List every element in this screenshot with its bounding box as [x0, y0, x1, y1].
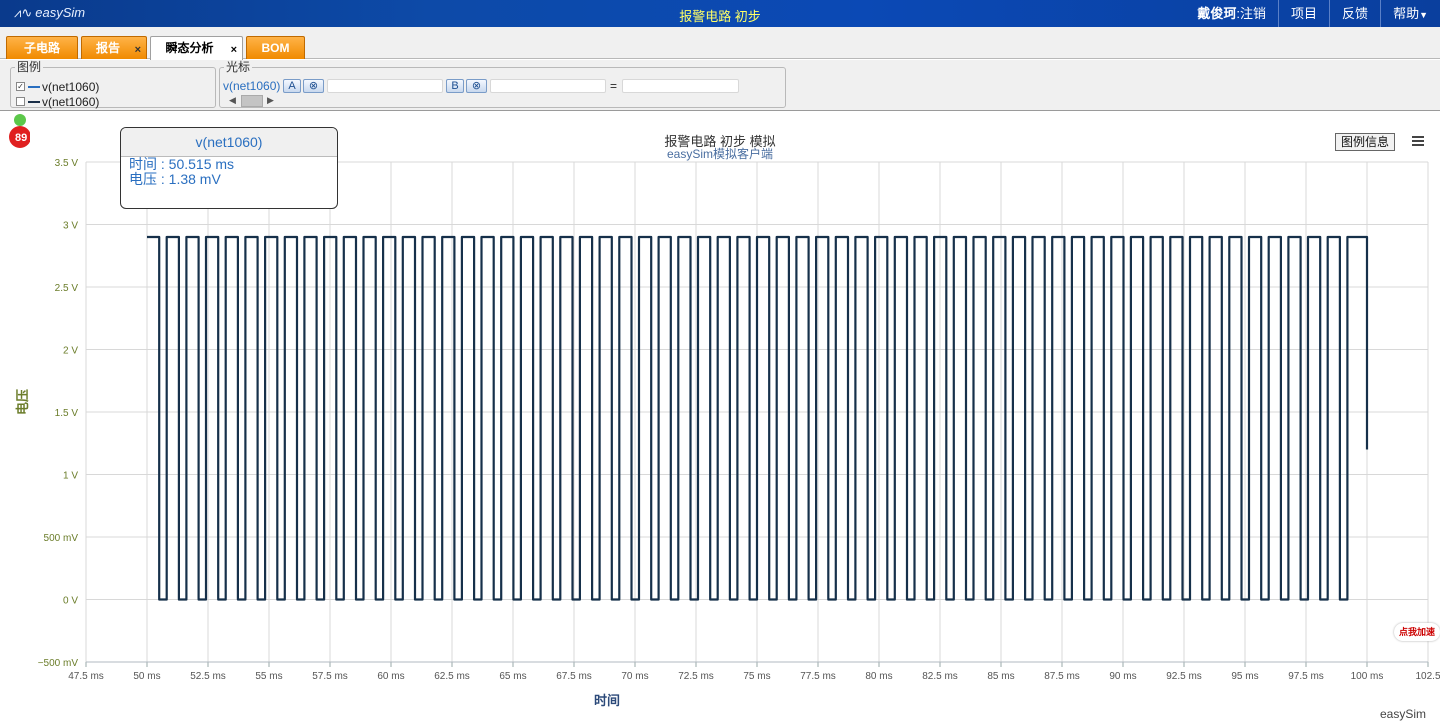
tab-label: 子电路	[23, 41, 60, 55]
cursor-trace-select[interactable]: v(net1060)	[223, 79, 280, 93]
x-tick-label: 75 ms	[743, 671, 770, 682]
caret-down-icon: ▼	[1419, 10, 1428, 20]
x-tick-label: 50 ms	[133, 671, 160, 682]
clear-a-icon[interactable]: ⊗	[303, 79, 324, 93]
legend-item[interactable]: v(net1060)	[16, 94, 99, 109]
x-tick-label: 85 ms	[987, 671, 1014, 682]
legend-checkbox[interactable]	[16, 97, 25, 106]
x-tick-label: 87.5 ms	[1044, 671, 1080, 682]
y-axis-title: 电压	[15, 389, 30, 415]
legend-checkbox[interactable]: ✓	[16, 82, 25, 91]
cursor-slider[interactable]: ◀ ▶	[228, 94, 278, 108]
data-tooltip: v(net1060) 时间 : 50.515 ms 电压 : 1.38 mV	[120, 127, 338, 209]
toolbar: 图例 ✓ v(net1060) v(net1060) 光标 v(net1060)…	[0, 60, 1440, 111]
user-menu[interactable]: 戴俊珂:注销	[1185, 0, 1278, 27]
tab-transient-analysis[interactable]: 瞬态分析 ×	[150, 36, 243, 60]
y-tick-label: 2.5 V	[55, 283, 79, 294]
x-tick-label: 60 ms	[377, 671, 404, 682]
speed-ball-top	[14, 114, 26, 126]
speed-boost-badge[interactable]: 点我加速	[1394, 623, 1440, 641]
tab-bar: 子电路 报告 × 瞬态分析 × BOM	[0, 27, 1440, 60]
legend-item-label: v(net1060)	[42, 94, 100, 109]
x-tick-label: 92.5 ms	[1166, 671, 1202, 682]
cursor-a-button[interactable]: A	[283, 79, 301, 93]
arrow-right-icon[interactable]: ▶	[267, 95, 274, 106]
x-tick-label: 80 ms	[865, 671, 892, 682]
x-tick-label: 57.5 ms	[312, 671, 348, 682]
y-tick-label: 1.5 V	[55, 408, 79, 419]
tooltip-time: 时间 : 50.515 ms	[129, 156, 235, 172]
y-tick-label: 2 V	[63, 346, 78, 357]
arrow-left-icon[interactable]: ◀	[229, 95, 236, 106]
tab-label: 报告	[95, 41, 120, 55]
x-tick-label: 62.5 ms	[434, 671, 470, 682]
series-swatch	[28, 85, 40, 88]
legend-item-label: v(net1060)	[42, 79, 100, 94]
y-tick-label: 0 V	[63, 596, 78, 607]
x-tick-label: 65 ms	[499, 671, 526, 682]
cursor-panel-title: 光标	[226, 60, 251, 74]
y-tick-label: −500 mV	[38, 658, 79, 669]
axes	[85, 661, 1429, 667]
hamburger-menu-icon[interactable]	[1410, 134, 1426, 148]
logout-link[interactable]: :注销	[1236, 6, 1266, 21]
user-name: 戴俊珂	[1197, 6, 1237, 21]
tab-bom[interactable]: BOM	[246, 36, 305, 59]
x-tick-label: 100 ms	[1351, 671, 1384, 682]
axis-labels: 47.5 ms 50 ms 52.5 ms 55 ms 57.5 ms 60 ms 62.5…	[15, 158, 1440, 708]
cursor-b-button[interactable]: B	[446, 79, 464, 93]
x-tick-label: 77.5 ms	[800, 671, 836, 682]
y-tick-label: 3 V	[63, 221, 78, 232]
close-icon[interactable]: ×	[135, 39, 141, 61]
y-tick-label: 1 V	[63, 471, 78, 482]
tab-label: 瞬态分析	[165, 41, 214, 55]
slider-thumb[interactable]	[241, 95, 263, 107]
close-icon[interactable]: ×	[231, 39, 237, 61]
nav-help[interactable]: 帮助▼	[1380, 0, 1440, 27]
x-tick-label: 95 ms	[1231, 671, 1258, 682]
x-tick-label: 102.5	[1415, 671, 1440, 682]
cursor-b-value[interactable]	[490, 79, 606, 93]
brand-footer: easySim	[1380, 707, 1427, 721]
nav-feedback[interactable]: 反馈	[1329, 0, 1380, 27]
nav-projects[interactable]: 项目	[1278, 0, 1329, 27]
tab-subcircuit[interactable]: 子电路	[6, 36, 78, 59]
x-tick-label: 47.5 ms	[68, 671, 104, 682]
cursor-panel: 光标 v(net1060) A ⊗ B ⊗ = ◀ ▶	[219, 60, 786, 108]
x-tick-label: 90 ms	[1109, 671, 1136, 682]
x-tick-label: 55 ms	[255, 671, 282, 682]
legend-item[interactable]: ✓ v(net1060)	[16, 79, 99, 94]
cursor-diff-value	[622, 79, 739, 93]
tab-report[interactable]: 报告 ×	[81, 36, 147, 59]
speed-boost-widget[interactable]: 89	[0, 112, 30, 148]
legend-info-button[interactable]: 图例信息	[1335, 133, 1395, 151]
x-tick-label: 67.5 ms	[556, 671, 592, 682]
x-tick-label: 82.5 ms	[922, 671, 958, 682]
x-tick-label: 72.5 ms	[678, 671, 714, 682]
series-swatch	[28, 100, 40, 103]
chart-area: 47.5 ms 50 ms 52.5 ms 55 ms 57.5 ms 60 ms 62.5…	[0, 112, 1440, 728]
speed-value: 89	[15, 132, 27, 144]
top-bar: ⩘∿ easySim 报警电路 初步 戴俊珂:注销 项目 反馈 帮助▼	[0, 0, 1440, 27]
x-tick-label: 97.5 ms	[1288, 671, 1324, 682]
top-nav: 戴俊珂:注销 项目 反馈 帮助▼	[1185, 0, 1440, 27]
equals-sign: =	[610, 79, 618, 93]
tab-label: BOM	[261, 41, 290, 55]
tooltip-voltage: 电压 : 1.38 mV	[129, 171, 221, 187]
legend-panel: 图例 ✓ v(net1060) v(net1060)	[10, 60, 216, 109]
clear-b-icon[interactable]: ⊗	[466, 79, 487, 93]
x-axis-title: 时间	[594, 693, 620, 708]
legend-panel-title: 图例	[17, 60, 42, 74]
y-tick-label: 500 mV	[44, 533, 79, 544]
x-tick-label: 52.5 ms	[190, 671, 226, 682]
cursor-a-value[interactable]	[327, 79, 443, 93]
x-tick-label: 70 ms	[621, 671, 648, 682]
tooltip-title: v(net1060)	[121, 128, 337, 157]
nav-help-label: 帮助	[1393, 6, 1420, 21]
